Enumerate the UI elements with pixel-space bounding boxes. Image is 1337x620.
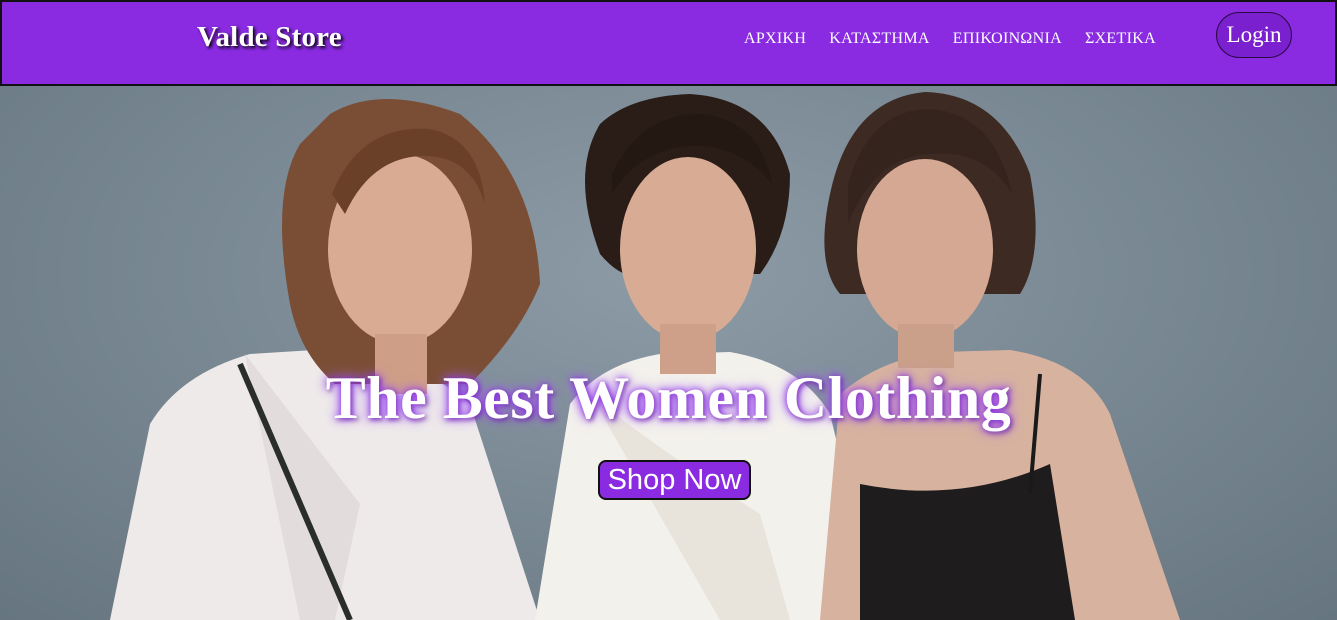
model-right-figure <box>820 92 1180 620</box>
hero-image <box>110 92 1180 620</box>
page: Valde Store ΑΡΧΙΚΗ ΚΑΤΑΣΤΗΜΑ ΕΠΙΚΟΙΝΩΝΙΑ… <box>0 0 1337 620</box>
hero-title: The Best Women Clothing <box>325 365 1012 431</box>
nav-link-shop[interactable]: ΚΑΤΑΣΤΗΜΑ <box>829 30 930 48</box>
nav-link-home[interactable]: ΑΡΧΙΚΗ <box>744 30 806 48</box>
navbar: Valde Store ΑΡΧΙΚΗ ΚΑΤΑΣΤΗΜΑ ΕΠΙΚΟΙΝΩΝΙΑ… <box>0 0 1337 86</box>
nav-link-about[interactable]: ΣΧΕΤΙΚΑ <box>1085 30 1156 48</box>
hero-banner: The Best Women Clothing Shop Now <box>0 84 1337 620</box>
nav-link-contact[interactable]: ΕΠΙΚΟΙΝΩΝΙΑ <box>953 30 1062 48</box>
brand-logo[interactable]: Valde Store <box>197 21 342 54</box>
model-left-figure <box>110 99 540 620</box>
shop-now-button[interactable]: Shop Now <box>598 460 751 500</box>
nav-links: ΑΡΧΙΚΗ ΚΑΤΑΣΤΗΜΑ ΕΠΙΚΟΙΝΩΝΙΑ ΣΧΕΤΙΚΑ <box>744 30 1179 48</box>
login-button[interactable]: Login <box>1216 12 1292 58</box>
